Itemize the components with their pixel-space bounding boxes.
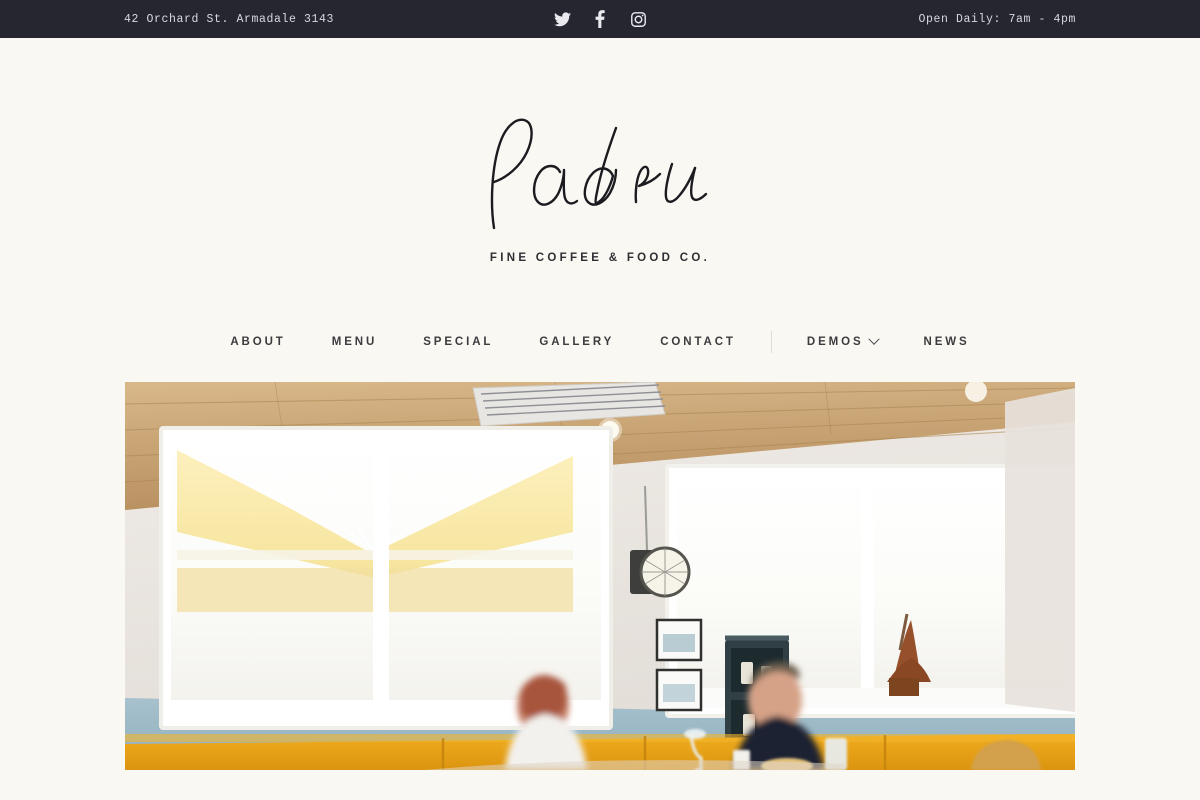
store-address: 42 Orchard St. Armadale 3143 — [124, 12, 335, 26]
nav-label: SPECIAL — [423, 336, 494, 348]
nav-item-special[interactable]: SPECIAL — [400, 328, 516, 356]
hero-photo-restaurant-interior — [125, 382, 1075, 770]
nav-label: NEWS — [923, 336, 970, 348]
twitter-icon[interactable] — [552, 9, 572, 29]
nav-label: CONTACT — [660, 336, 736, 348]
facebook-icon[interactable] — [590, 9, 610, 29]
main-navigation: ABOUT MENU SPECIAL GALLERY CONTACT DEMOS… — [0, 328, 1200, 356]
chevron-down-icon — [867, 333, 880, 345]
brand-tagline: FINE COFFEE & FOOD CO. — [489, 252, 711, 264]
top-utility-bar: 42 Orchard St. Armadale 3143 Open Daily:… — [0, 0, 1200, 38]
site-header: FINE COFFEE & FOOD CO. — [0, 38, 1200, 266]
nav-item-menu[interactable]: MENU — [309, 328, 400, 356]
opening-hours: Open Daily: 7am - 4pm — [918, 12, 1076, 26]
nav-divider — [770, 331, 772, 353]
nav-item-contact[interactable]: CONTACT — [637, 328, 759, 356]
nav-item-news[interactable]: NEWS — [901, 328, 993, 356]
hero-image[interactable] — [125, 382, 1075, 770]
nav-item-about[interactable]: ABOUT — [207, 328, 308, 356]
site-logo[interactable]: FINE COFFEE & FOOD CO. — [476, 110, 724, 264]
nav-label: GALLERY — [539, 336, 615, 348]
nav-item-gallery[interactable]: GALLERY — [516, 328, 637, 356]
logo-wordmark-padri — [490, 118, 708, 230]
nav-label: DEMOS — [806, 336, 864, 348]
instagram-icon[interactable] — [628, 9, 648, 29]
nav-item-demos[interactable]: DEMOS — [784, 328, 901, 356]
nav-label: MENU — [331, 336, 378, 348]
nav-label: ABOUT — [230, 336, 286, 348]
social-links — [552, 9, 648, 29]
